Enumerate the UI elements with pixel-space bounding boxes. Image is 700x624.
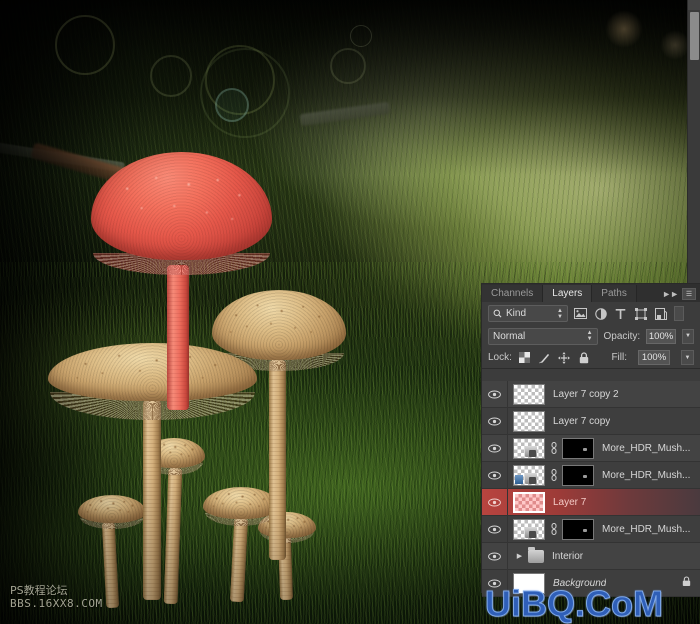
layer-mask-link-icon[interactable] <box>548 469 559 481</box>
table-row[interactable]: Layer 7 copy <box>482 407 700 435</box>
fill-input[interactable]: 100% <box>638 350 670 365</box>
layer-name[interactable]: More_HDR_Mush... <box>602 443 690 454</box>
fill-dropdown-icon[interactable]: ▼ <box>681 350 694 365</box>
layer-visibility-eye-icon[interactable] <box>482 542 508 570</box>
filter-adjustment-layers-icon[interactable] <box>593 306 608 321</box>
layer-mask-link-icon[interactable] <box>548 442 559 454</box>
panel-tab-controls: ►► ☰ <box>662 288 700 302</box>
mask-content <box>583 528 587 532</box>
layer-name[interactable]: Layer 7 copy <box>553 416 610 427</box>
filter-pixel-layers-icon[interactable] <box>573 306 588 321</box>
blend-mode-row[interactable]: Normal ▲ ▼ Opacity: 100% ▼ <box>482 325 700 347</box>
layer-thumbnail[interactable] <box>513 383 545 405</box>
thumbnail-content <box>529 530 536 538</box>
layer-name[interactable]: Layer 7 copy 2 <box>553 389 619 400</box>
layer-mask-thumbnail[interactable] <box>562 518 594 540</box>
layer-name[interactable]: More_HDR_Mush... <box>602 524 690 535</box>
search-icon <box>493 309 502 318</box>
collapse-panel-icon[interactable]: ►► <box>662 289 679 299</box>
filter-kind-select[interactable]: Kind ▲ ▼ <box>488 305 568 322</box>
thumbnail-content <box>515 474 523 484</box>
watermark-bottom-right: UiBQ.CoM <box>485 583 664 624</box>
scrollbar-thumb[interactable] <box>690 12 699 60</box>
tab-paths[interactable]: Paths <box>592 285 637 302</box>
layer-visibility-eye-icon[interactable] <box>482 461 508 489</box>
table-row[interactable]: More_HDR_Mush... <box>482 515 700 543</box>
layer-thumbnail[interactable] <box>513 464 545 486</box>
lock-all-icon[interactable] <box>578 351 591 364</box>
tab-channels[interactable]: Channels <box>482 285 544 302</box>
layer-visibility-eye-icon[interactable] <box>482 380 508 408</box>
filter-kind-stepper-icon[interactable]: ▲ ▼ <box>557 308 563 320</box>
filter-shape-layers-icon[interactable] <box>633 306 648 321</box>
table-row[interactable]: More_HDR_Mush... <box>482 434 700 462</box>
layer-mask-link-icon[interactable] <box>548 523 559 535</box>
scrollbar-track-top[interactable] <box>688 0 700 10</box>
layer-name[interactable]: Layer 7 <box>553 497 586 508</box>
layer-thumbnail[interactable] <box>513 437 545 459</box>
opacity-dropdown-icon[interactable]: ▼ <box>681 328 694 344</box>
blend-mode-value: Normal <box>493 330 526 342</box>
thumbnail-content <box>529 476 536 484</box>
table-row[interactable]: More_HDR_Mush... <box>482 461 700 489</box>
panel-menu-icon[interactable]: ☰ <box>682 288 696 300</box>
background-locked-icon <box>682 576 691 590</box>
panel-tab-bar[interactable]: Channels Layers Paths ►► ☰ <box>482 284 700 302</box>
opacity-input[interactable]: 100% <box>646 328 676 344</box>
filter-type-layers-icon[interactable] <box>613 306 628 321</box>
lock-position-icon[interactable] <box>558 351 571 364</box>
mask-content <box>583 474 587 478</box>
table-row[interactable]: Layer 7 copy 2 <box>482 380 700 408</box>
watermark-line-2: BBS.16XX8.COM <box>10 597 103 610</box>
layer-thumbnail[interactable] <box>513 518 545 540</box>
layer-thumbnail[interactable] <box>513 491 545 513</box>
layer-mask-thumbnail[interactable] <box>562 437 594 459</box>
filter-smart-objects-icon[interactable] <box>653 306 668 321</box>
layer-visibility-eye-icon[interactable] <box>482 488 508 516</box>
layer-filter-row[interactable]: Kind ▲ ▼ <box>482 302 700 325</box>
layer-name[interactable]: More_HDR_Mush... <box>602 470 690 481</box>
layer-mask-thumbnail[interactable] <box>562 464 594 486</box>
lock-transparent-pixels-icon[interactable] <box>518 351 531 364</box>
layers-panel[interactable]: Channels Layers Paths ►► ☰ Kind ▲ ▼ Norm… <box>481 283 700 597</box>
layer-list[interactable]: Layer 7 copy 2 Layer 7 copy More_HDR_Mus… <box>482 380 700 597</box>
table-row[interactable]: ▶ Interior <box>482 542 700 570</box>
thumbnail-content <box>529 449 536 457</box>
blend-mode-stepper-icon[interactable]: ▲ ▼ <box>587 330 593 342</box>
layer-visibility-eye-icon[interactable] <box>482 434 508 462</box>
tab-layers[interactable]: Layers <box>543 285 593 302</box>
layer-thumbnail[interactable] <box>513 410 545 432</box>
layer-visibility-eye-icon[interactable] <box>482 407 508 435</box>
layer-group-folder-icon[interactable] <box>528 546 544 563</box>
lock-row[interactable]: Lock: Fill: 100% ▼ <box>482 347 700 369</box>
layer-visibility-eye-icon[interactable] <box>482 515 508 543</box>
mask-content <box>583 447 587 451</box>
canvas-vertical-scrollbar[interactable] <box>687 0 700 283</box>
layer-name[interactable]: Interior <box>552 551 583 562</box>
blend-mode-select[interactable]: Normal ▲ ▼ <box>488 327 598 345</box>
lock-buttons <box>518 351 591 364</box>
filter-kind-label: Kind <box>506 308 527 319</box>
group-expand-triangle-icon[interactable]: ▶ <box>513 552 526 560</box>
screenshot-root: Channels Layers Paths ►► ☰ Kind ▲ ▼ Norm… <box>0 0 700 624</box>
table-row-selected[interactable]: Layer 7 <box>482 488 700 516</box>
opacity-label: Opacity: <box>603 330 641 342</box>
filter-enable-toggle[interactable] <box>674 306 684 321</box>
lock-image-pixels-icon[interactable] <box>538 351 551 364</box>
watermark-line-1: PS教程论坛 <box>10 584 68 597</box>
fill-label: Fill: <box>611 352 627 363</box>
lock-label: Lock: <box>488 352 512 363</box>
watermark-bottom-left: PS教程论坛 BBS.16XX8.COM <box>10 584 103 610</box>
